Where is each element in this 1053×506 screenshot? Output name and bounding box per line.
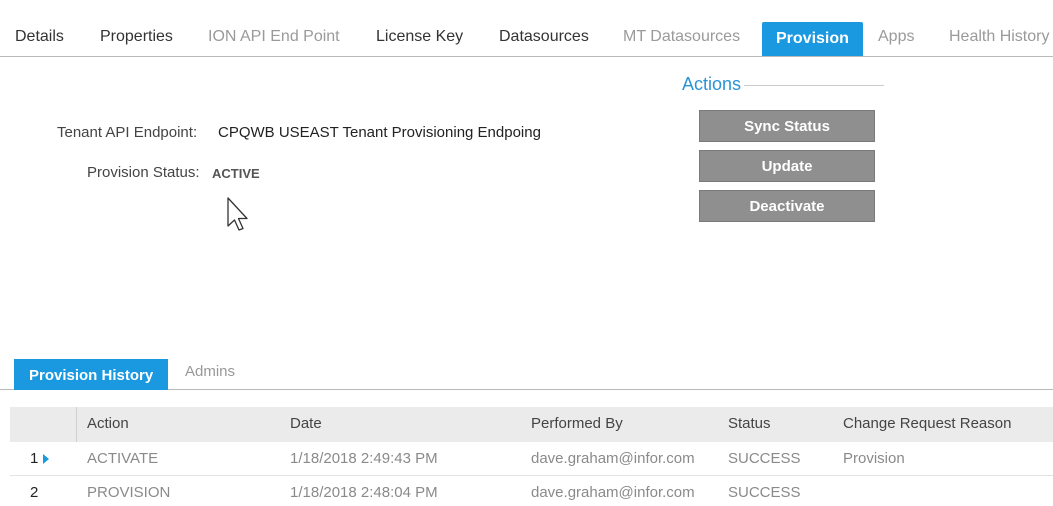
tab-details[interactable]: Details: [15, 28, 64, 46]
cell-status: SUCCESS: [728, 484, 801, 501]
cell-action: PROVISION: [87, 484, 171, 501]
tenant-api-endpoint-label: Tenant API Endpoint:: [57, 124, 198, 141]
current-row-indicator-icon: [43, 454, 49, 464]
cell-status: SUCCESS: [728, 450, 801, 467]
cell-action: ACTIVATE: [87, 450, 159, 467]
sync-status-button[interactable]: Sync Status: [699, 110, 875, 142]
column-header-date[interactable]: Date: [290, 415, 322, 432]
row-number: 1: [30, 450, 39, 467]
cell-performed-by: dave.graham@infor.com: [531, 484, 695, 501]
tab-mt-datasources[interactable]: MT Datasources: [623, 28, 740, 46]
table-row[interactable]: 1 ACTIVATE 1/18/2018 2:49:43 PM dave.gra…: [10, 442, 1053, 476]
cell-performed-by: dave.graham@infor.com: [531, 450, 695, 467]
sub-tab-bar: Provision History Admins: [0, 355, 1053, 390]
column-header-performed-by[interactable]: Performed By: [531, 415, 623, 432]
tab-apps[interactable]: Apps: [878, 28, 914, 46]
provision-status-label: Provision Status:: [87, 164, 200, 181]
column-header-action[interactable]: Action: [87, 415, 129, 432]
tab-admins[interactable]: Admins: [185, 363, 235, 380]
column-header-change-request-reason[interactable]: Change Request Reason: [843, 415, 1011, 432]
row-number: 2: [30, 484, 39, 501]
tab-datasources[interactable]: Datasources: [499, 28, 589, 46]
tab-license-key[interactable]: License Key: [376, 28, 463, 46]
cell-date: 1/18/2018 2:49:43 PM: [290, 450, 438, 467]
tenant-api-endpoint-value: CPQWB USEAST Tenant Provisioning Endpoin…: [218, 124, 541, 141]
tab-provision[interactable]: Provision: [762, 22, 863, 56]
update-button[interactable]: Update: [699, 150, 875, 182]
tab-health-history[interactable]: Health History: [949, 28, 1049, 46]
provision-status-value: ACTIVE: [212, 166, 260, 181]
tab-ion-api-end-point[interactable]: ION API End Point: [208, 28, 340, 46]
cell-change-request-reason: Provision: [843, 450, 905, 467]
table-row[interactable]: 2 PROVISION 1/18/2018 2:48:04 PM dave.gr…: [10, 476, 1053, 506]
row-number-header: [10, 407, 77, 442]
actions-divider: [744, 85, 884, 86]
top-tab-bar: Details Properties ION API End Point Lic…: [0, 0, 1053, 57]
deactivate-button[interactable]: Deactivate: [699, 190, 875, 222]
tab-provision-history[interactable]: Provision History: [14, 359, 169, 390]
tab-properties[interactable]: Properties: [100, 28, 173, 46]
mouse-cursor-icon: [227, 197, 248, 231]
grid-header: Action Date Performed By Status Change R…: [10, 407, 1053, 442]
actions-heading: Actions: [682, 74, 742, 94]
column-header-status[interactable]: Status: [728, 415, 771, 432]
cell-date: 1/18/2018 2:48:04 PM: [290, 484, 438, 501]
